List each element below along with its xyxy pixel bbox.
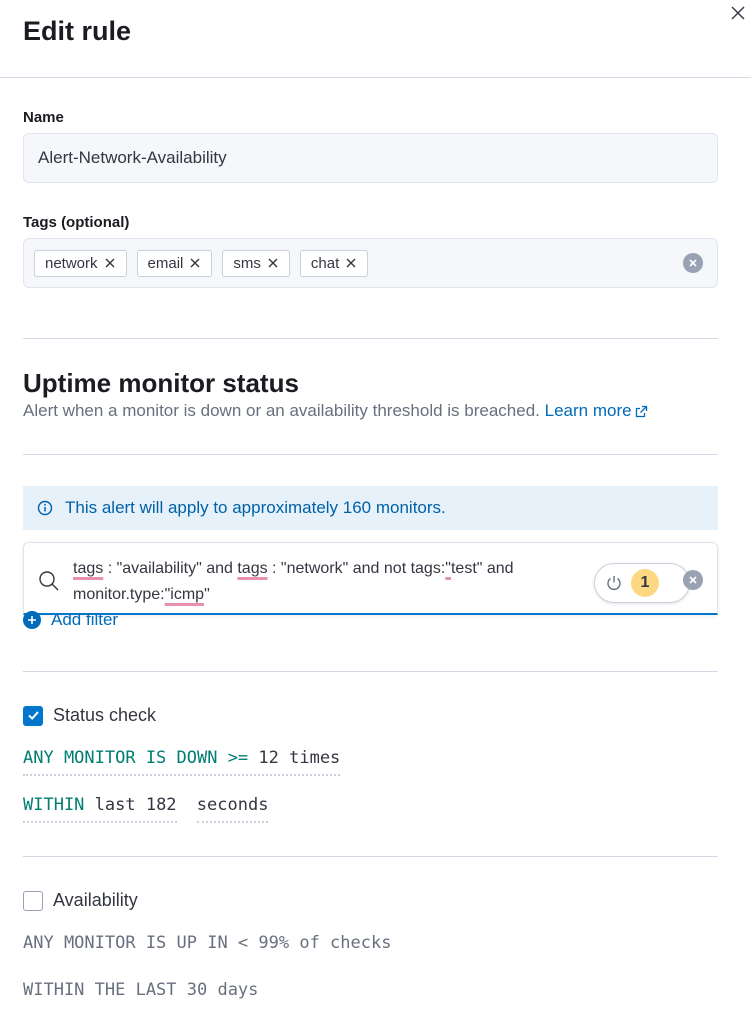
name-input[interactable]: Alert-Network-Availability: [23, 133, 718, 183]
close-icon: [731, 6, 745, 20]
divider: [23, 856, 718, 857]
timerange-expression-row: WITHIN last 182 seconds: [23, 795, 269, 823]
filter-count-badge: 1: [631, 569, 659, 597]
divider: [23, 454, 718, 455]
availability-row[interactable]: Availability: [23, 890, 138, 911]
remove-tag-button[interactable]: [189, 257, 201, 269]
tag-label: network: [45, 254, 98, 272]
down-count-expression-row: ANY MONITOR IS DOWN >= 12 times: [23, 748, 341, 776]
divider: [23, 671, 718, 672]
remove-tag-button[interactable]: [267, 257, 279, 269]
search-icon: [38, 570, 60, 597]
info-icon: [37, 500, 53, 516]
check-icon: [27, 711, 39, 720]
expression-unit: seconds: [196, 795, 269, 815]
tag-label: sms: [233, 254, 261, 272]
close-icon: [105, 258, 115, 268]
clear-icon: [689, 259, 697, 267]
timerange-value-expression[interactable]: WITHIN last 182: [23, 795, 177, 823]
remove-tag-button[interactable]: [104, 257, 116, 269]
tag-pill-email: email: [136, 249, 213, 277]
tag-pill-sms: sms: [222, 249, 290, 277]
status-check-checkbox[interactable]: [23, 705, 43, 726]
plus-icon: [23, 611, 41, 629]
expression-keyword: ANY MONITOR IS DOWN >=: [23, 748, 249, 768]
learn-more-link[interactable]: Learn more: [545, 401, 648, 420]
expression-value: last 182: [84, 795, 177, 815]
tag-label: email: [147, 254, 184, 272]
tag-pill-chat: chat: [299, 249, 369, 277]
close-icon: [268, 258, 278, 268]
availability-label: Availability: [53, 890, 138, 910]
query-bar[interactable]: tags : "availability" and tags : "networ…: [23, 542, 718, 615]
query-token: tags: [73, 560, 104, 577]
divider: [23, 338, 718, 339]
rule-type-title: Uptime monitor status: [23, 368, 299, 398]
tags-combobox[interactable]: network email sms chat: [23, 238, 718, 288]
tag-pill-network: network: [34, 249, 127, 277]
query-token: tags: [237, 560, 268, 577]
query-token: "icmp: [164, 586, 205, 603]
query-input[interactable]: tags : "availability" and tags : "networ…: [73, 556, 583, 608]
expression-keyword: WITHIN: [23, 795, 85, 815]
expression-value: 12 times: [248, 748, 341, 768]
clear-icon: [689, 576, 697, 584]
availability-expression: ANY MONITOR IS UP IN < 99% of checks: [23, 933, 391, 953]
remove-tag-button[interactable]: [345, 257, 357, 269]
add-filter-button[interactable]: Add filter: [23, 610, 118, 630]
tags-label: Tags (optional): [23, 214, 130, 231]
clear-query-button[interactable]: [683, 570, 703, 590]
flyout-header: Edit rule: [0, 0, 751, 78]
callout-text: This alert will apply to approximately 1…: [65, 498, 446, 517]
filter-toggle-button[interactable]: 1: [594, 563, 690, 603]
query-token: : "network" and not tags:: [267, 560, 446, 577]
query-token: ": [204, 586, 210, 603]
down-count-expression[interactable]: ANY MONITOR IS DOWN >= 12 times: [23, 748, 341, 776]
query-token: : "availability" and: [103, 560, 238, 577]
status-check-label: Status check: [53, 705, 157, 725]
description-text: Alert when a monitor is down or an avail…: [23, 401, 540, 420]
info-callout: This alert will apply to approximately 1…: [23, 486, 718, 530]
learn-more-label: Learn more: [544, 401, 632, 420]
availability-expression-text: ANY MONITOR IS UP IN < 99% of checks: [23, 933, 392, 953]
close-icon: [346, 258, 356, 268]
name-value: Alert-Network-Availability: [38, 148, 227, 167]
clear-tags-button[interactable]: [683, 253, 703, 273]
availability-timerange-expression: WITHIN THE LAST 30 days: [23, 980, 258, 1000]
close-button[interactable]: [727, 2, 749, 24]
status-check-row[interactable]: Status check: [23, 705, 156, 726]
add-filter-label: Add filter: [51, 610, 119, 629]
name-label: Name: [23, 109, 64, 126]
power-icon: [607, 576, 621, 590]
rule-type-description: Alert when a monitor is down or an avail…: [23, 401, 648, 421]
availability-checkbox[interactable]: [23, 890, 43, 911]
flyout-title: Edit rule: [23, 16, 132, 46]
close-icon: [190, 258, 200, 268]
availability-timerange-text: WITHIN THE LAST 30 days: [23, 980, 259, 1000]
tag-label: chat: [310, 254, 340, 272]
external-link-icon: [635, 405, 647, 418]
timerange-unit-expression[interactable]: seconds: [196, 795, 269, 823]
